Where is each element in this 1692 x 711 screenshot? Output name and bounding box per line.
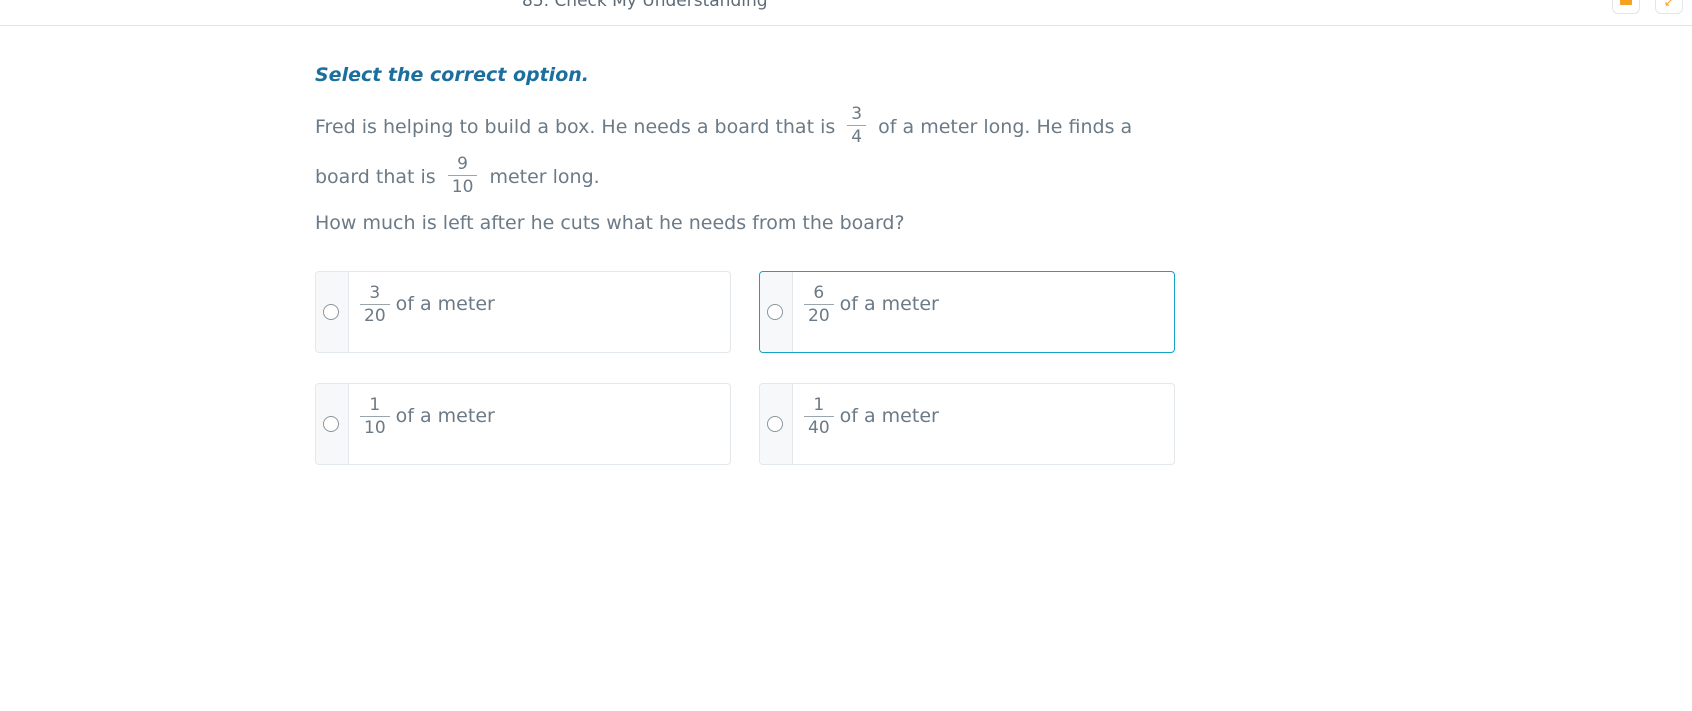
page-title: 85. Check My Understanding <box>522 0 768 11</box>
collapse-button[interactable]: ↙ <box>1655 0 1683 14</box>
bookmark-button[interactable] <box>1612 0 1640 14</box>
option-text: of a meter <box>395 405 495 427</box>
radio-button[interactable] <box>767 416 783 432</box>
fraction-denominator: 40 <box>808 418 830 438</box>
option-fraction: 6 20 <box>804 282 834 327</box>
fraction-numerator: 3 <box>847 103 867 126</box>
option-text: of a meter <box>839 405 939 427</box>
question-part-1: Fred is helping to build a box. He needs… <box>315 116 836 138</box>
option-fraction: 1 10 <box>360 394 390 439</box>
option-text: of a meter <box>839 293 939 315</box>
question-area: Select the correct option. Fred is helpi… <box>315 64 1175 234</box>
radio-button[interactable] <box>767 304 783 320</box>
fraction-denominator: 20 <box>364 306 386 326</box>
radio-column <box>316 384 349 464</box>
fraction-numerator: 1 <box>360 394 390 417</box>
answer-option-b[interactable]: 6 20 of a meter <box>759 271 1175 353</box>
answer-option-c[interactable]: 1 10 of a meter <box>315 383 731 465</box>
question-prompt: How much is left after he cuts what he n… <box>315 212 905 234</box>
fraction-denominator: 20 <box>808 306 830 326</box>
radio-column <box>316 272 349 352</box>
option-label: 3 20 of a meter <box>360 282 495 327</box>
answer-option-d[interactable]: 1 40 of a meter <box>759 383 1175 465</box>
option-text: of a meter <box>395 293 495 315</box>
fraction-denominator: 10 <box>364 418 386 438</box>
answer-option-a[interactable]: 3 20 of a meter <box>315 271 731 353</box>
option-fraction: 3 20 <box>360 282 390 327</box>
bookmark-icon <box>1620 0 1632 5</box>
instruction-text: Select the correct option. <box>315 64 589 86</box>
question-part-3: meter long. <box>489 166 600 188</box>
option-label: 1 40 of a meter <box>804 394 939 439</box>
fraction-denominator: 4 <box>851 127 863 147</box>
fraction-numerator: 9 <box>447 153 478 176</box>
fraction-numerator: 1 <box>804 394 834 417</box>
fraction-three-quarters: 3 4 <box>847 103 867 148</box>
option-label: 6 20 of a meter <box>804 282 939 327</box>
fraction-nine-tenths: 9 10 <box>447 153 478 198</box>
fraction-numerator: 6 <box>804 282 834 305</box>
radio-button[interactable] <box>323 304 339 320</box>
radio-column <box>760 272 793 352</box>
question-text: Fred is helping to build a box. He needs… <box>315 102 1175 202</box>
radio-column <box>760 384 793 464</box>
option-label: 1 10 of a meter <box>360 394 495 439</box>
top-bar: 85. Check My Understanding ↙ <box>0 0 1692 26</box>
collapse-arrow-icon: ↙ <box>1664 0 1675 9</box>
fraction-numerator: 3 <box>360 282 390 305</box>
fraction-denominator: 10 <box>451 177 474 197</box>
radio-button[interactable] <box>323 416 339 432</box>
option-fraction: 1 40 <box>804 394 834 439</box>
